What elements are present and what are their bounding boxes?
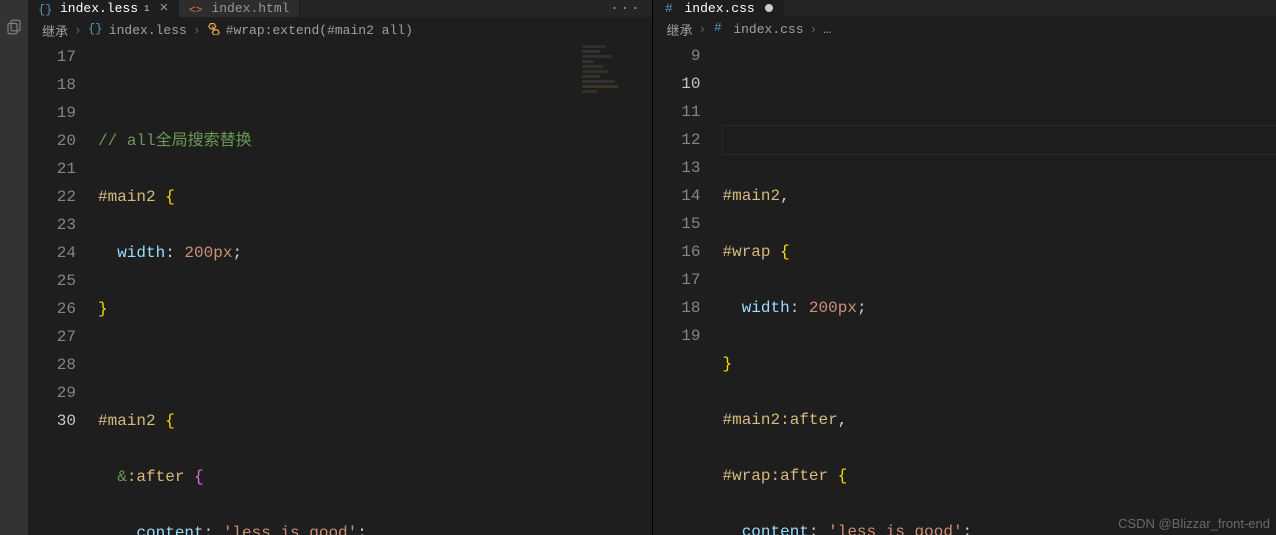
breadcrumb-left[interactable]: 继承 › {} index.less › #wrap:extend(#main2…: [28, 17, 652, 43]
code-editor-right[interactable]: 910111213141516171819 #main2, #wrap { wi…: [653, 42, 1276, 535]
less-file-icon: {}: [38, 1, 54, 17]
line-gutter: 910111213141516171819: [653, 42, 723, 535]
watermark-text: CSDN @Blizzar_front-end: [1118, 516, 1270, 531]
css-file-icon: #: [663, 0, 679, 16]
html-file-icon: <>: [189, 1, 205, 17]
chevron-right-icon: ›: [810, 22, 818, 37]
tab-index-css[interactable]: # index.css: [653, 0, 784, 16]
line-gutter: 1718192021222324252627282930: [28, 43, 98, 535]
chevron-right-icon: ›: [699, 22, 707, 37]
tab-label: index.css: [685, 1, 755, 16]
breadcrumb-item[interactable]: {} index.less: [88, 20, 187, 40]
close-icon[interactable]: ×: [159, 0, 168, 17]
breadcrumb-right[interactable]: 继承 › # index.css › …: [653, 16, 1276, 42]
tab-label: index.less: [60, 1, 138, 16]
svg-text:<>: <>: [189, 5, 202, 17]
breadcrumb-more[interactable]: …: [823, 22, 831, 37]
tab-label: index.html: [211, 1, 289, 16]
code-content[interactable]: #main2, #wrap { width: 200px; } #main2:a…: [723, 42, 1276, 535]
editor-pane-right: # index.css 继承 › # index.css › … 9101112…: [653, 0, 1276, 535]
tab-overflow-icon[interactable]: ···: [600, 0, 651, 17]
svg-text:#: #: [665, 1, 673, 16]
less-file-icon: {}: [88, 20, 104, 40]
tab-index-html[interactable]: <> index.html: [179, 0, 300, 17]
code-content[interactable]: // all全局搜索替换 #main2 { width: 200px; } #m…: [98, 43, 652, 535]
breadcrumb-item[interactable]: #wrap:extend(#main2 all): [207, 21, 413, 39]
breadcrumb-item[interactable]: 继承: [42, 21, 68, 40]
svg-text:#: #: [714, 20, 722, 35]
copy-icon[interactable]: [5, 18, 23, 41]
code-editor-left[interactable]: 1718192021222324252627282930 // all全局搜索替…: [28, 43, 652, 535]
breadcrumb-item[interactable]: 继承: [667, 20, 693, 39]
tab-modified-count: 1: [144, 4, 149, 14]
tab-bar-right: # index.css: [653, 0, 1276, 16]
tab-index-less[interactable]: {} index.less 1 ×: [28, 0, 179, 17]
chevron-right-icon: ›: [193, 23, 201, 38]
symbol-struct-icon: [207, 21, 221, 39]
tab-bar-left: {} index.less 1 × <> index.html ···: [28, 0, 652, 17]
css-file-icon: #: [712, 19, 728, 39]
svg-text:{}: {}: [38, 3, 52, 17]
breadcrumb-item[interactable]: # index.css: [712, 19, 803, 39]
editor-pane-left: {} index.less 1 × <> index.html ··· 继承 ›…: [28, 0, 653, 535]
unsaved-dot-icon: [765, 4, 773, 12]
chevron-right-icon: ›: [74, 23, 82, 38]
activity-bar: [0, 0, 28, 535]
svg-text:{}: {}: [88, 22, 102, 36]
